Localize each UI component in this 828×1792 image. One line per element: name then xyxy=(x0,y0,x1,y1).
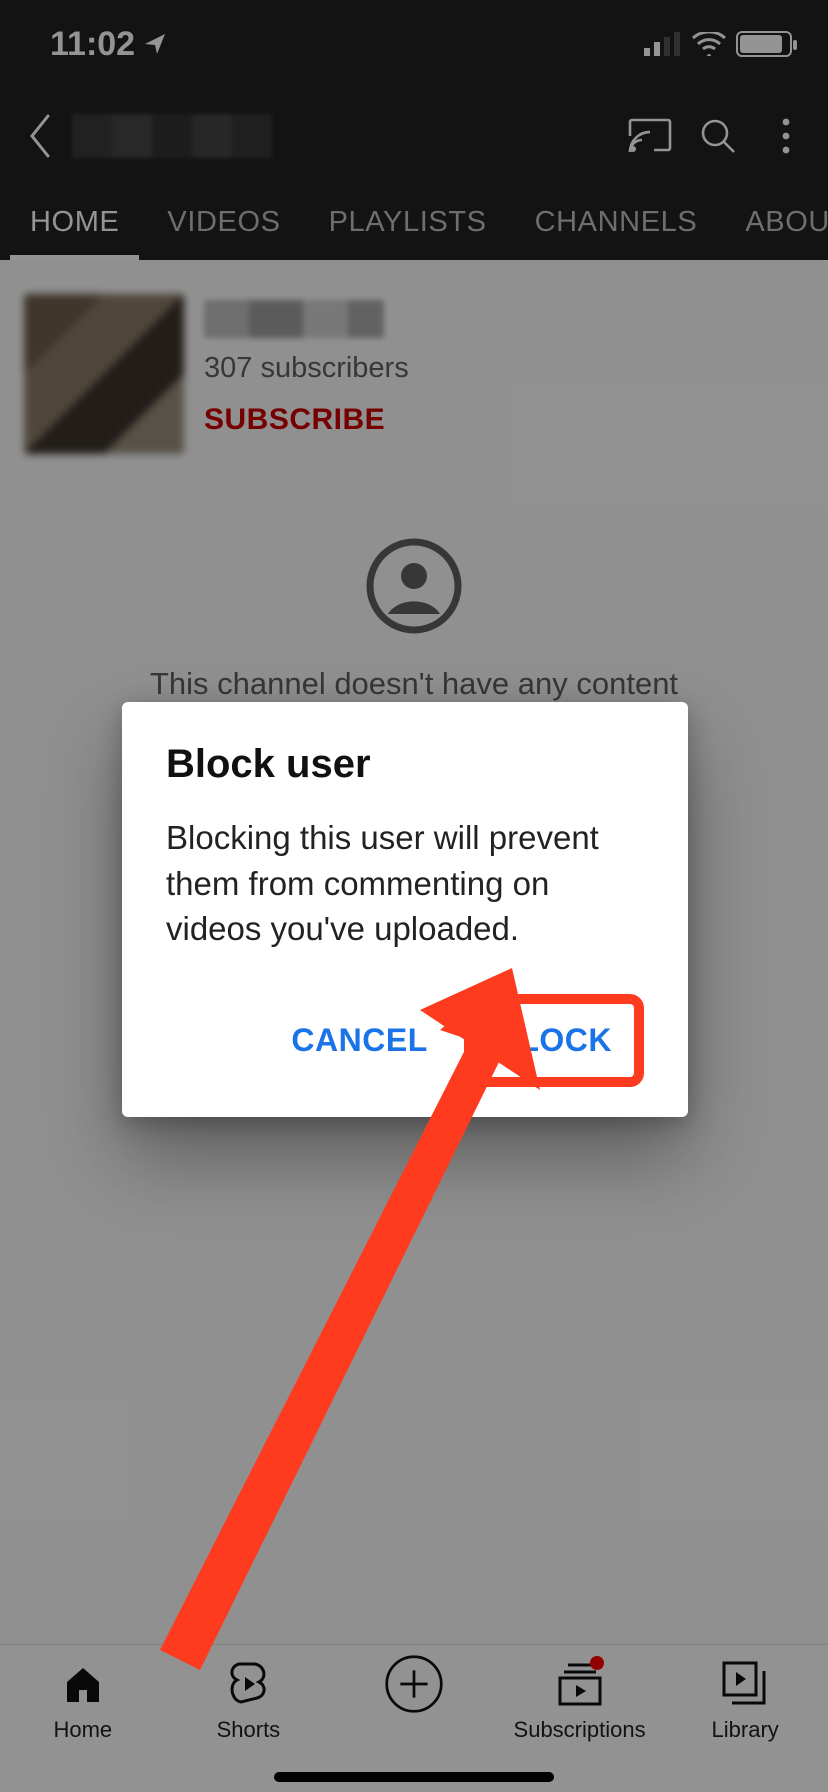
block-user-dialog: Block user Blocking this user will preve… xyxy=(122,702,688,1117)
block-button[interactable]: BLOCK xyxy=(474,1004,634,1077)
home-indicator[interactable] xyxy=(274,1772,554,1782)
annotation-highlight-box: BLOCK xyxy=(464,994,644,1087)
cancel-button[interactable]: CANCEL xyxy=(269,1004,449,1077)
dialog-title: Block user xyxy=(166,742,644,787)
dialog-body: Blocking this user will prevent them fro… xyxy=(166,815,644,952)
